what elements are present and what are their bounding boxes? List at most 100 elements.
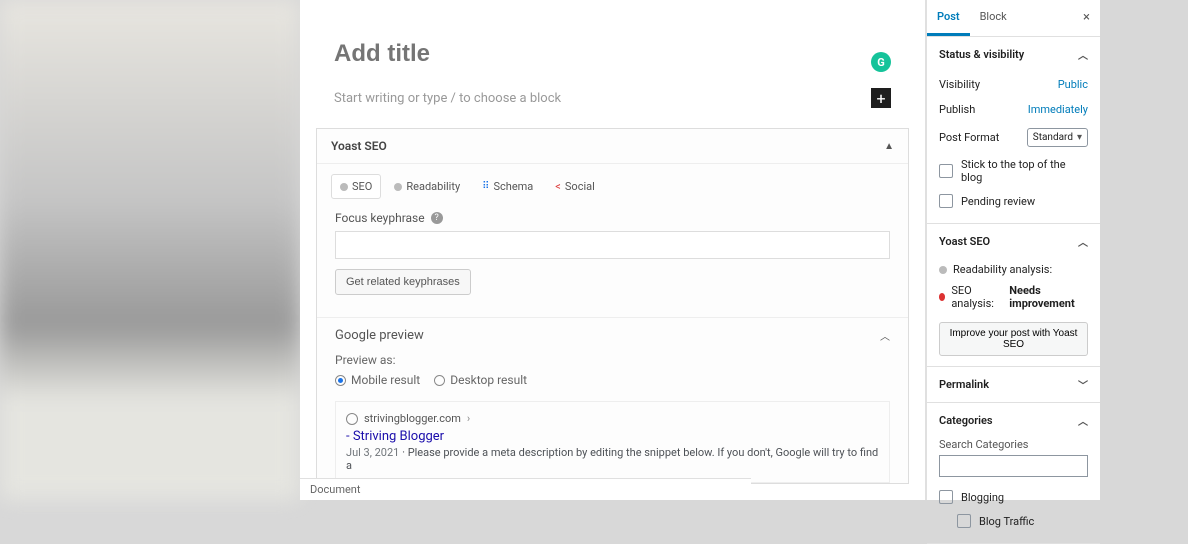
snippet-description: Jul 3, 2021 · Please provide a meta desc… xyxy=(346,446,879,472)
radio-desktop[interactable]: Desktop result xyxy=(434,373,527,387)
panel-status: Status & visibility ︿ Visibility Public … xyxy=(927,37,1100,224)
yoast-metabox: Yoast SEO ▲ SEO Readability ⠿ Schema < Soc… xyxy=(316,128,909,484)
preview-radio-group: Mobile result Desktop result xyxy=(335,373,890,387)
chevron-down-icon: ▾ xyxy=(1077,132,1082,143)
format-select[interactable]: Standard ▾ xyxy=(1027,128,1088,147)
chevron-up-icon: ▲ xyxy=(884,141,894,152)
chevron-up-icon: ︿ xyxy=(1078,47,1088,62)
chevron-up-icon: ︿ xyxy=(1078,234,1088,249)
checkbox-icon xyxy=(939,194,953,208)
tab-block[interactable]: Block xyxy=(970,0,1017,36)
format-row: Post Format Standard ▾ xyxy=(939,122,1088,153)
focus-keyphrase-input[interactable] xyxy=(335,231,890,259)
body-area: Start writing or type / to choose a bloc… xyxy=(300,78,925,128)
panel-status-body: Visibility Public Publish Immediately Po… xyxy=(927,72,1100,223)
format-label: Post Format xyxy=(939,131,999,144)
panel-status-title: Status & visibility xyxy=(939,48,1024,61)
snippet-url: strivingblogger.com › xyxy=(346,412,879,425)
preview-as-section: Preview as: Mobile result Desktop result xyxy=(317,353,908,397)
format-value: Standard xyxy=(1033,132,1073,143)
related-keyphrases-button[interactable]: Get related keyphrases xyxy=(335,269,471,295)
panel-yoast: Yoast SEO ︿ Readability analysis: SEO an… xyxy=(927,224,1100,367)
tab-social-label: Social xyxy=(565,180,595,193)
status-dot-icon xyxy=(394,183,402,191)
improve-post-button[interactable]: Improve your post with Yoast SEO xyxy=(939,322,1088,356)
help-icon[interactable]: ? xyxy=(431,212,443,224)
checkbox-icon xyxy=(957,514,971,528)
status-dot-icon xyxy=(939,266,947,274)
panel-permalink: Permalink ﹀ xyxy=(927,367,1100,403)
google-preview-section: Google preview ︿ Preview as: Mobile resu… xyxy=(317,317,908,483)
tab-social[interactable]: < Social xyxy=(546,174,604,199)
focus-label-text: Focus keyphrase xyxy=(335,211,425,225)
globe-icon xyxy=(346,413,358,425)
grid-icon: ⠿ xyxy=(482,181,489,192)
tab-schema[interactable]: ⠿ Schema xyxy=(473,174,542,199)
snippet-preview: strivingblogger.com › - Striving Blogger… xyxy=(335,401,890,483)
stick-label: Stick to the top of the blog xyxy=(961,158,1088,184)
editor-app: G Start writing or type / to choose a bl… xyxy=(300,0,1100,500)
chevron-down-icon: ﹀ xyxy=(1078,377,1088,392)
radio-mobile[interactable]: Mobile result xyxy=(335,373,420,387)
panel-status-header[interactable]: Status & visibility ︿ xyxy=(927,37,1100,72)
panel-categories-body: Search Categories Blogging Blog Traffic xyxy=(927,438,1100,543)
tab-schema-label: Schema xyxy=(493,180,533,193)
yoast-tabs: SEO Readability ⠿ Schema < Social xyxy=(317,164,908,199)
visibility-label: Visibility xyxy=(939,78,980,91)
sidebar-tabs: Post Block × xyxy=(927,0,1100,37)
readability-analysis-row[interactable]: Readability analysis: xyxy=(939,259,1088,280)
chevron-up-icon: ︿ xyxy=(880,328,890,343)
seo-analysis-row[interactable]: SEO analysis: Needs improvement xyxy=(939,280,1088,314)
tab-readability-label: Readability xyxy=(406,180,460,193)
yoast-header[interactable]: Yoast SEO ▲ xyxy=(317,129,908,164)
add-block-button[interactable]: + xyxy=(871,88,891,108)
panel-permalink-header[interactable]: Permalink ﹀ xyxy=(927,367,1100,402)
tab-readability[interactable]: Readability xyxy=(385,174,469,199)
category-item[interactable]: Blog Traffic xyxy=(957,509,1088,533)
tab-seo[interactable]: SEO xyxy=(331,174,381,199)
editor-main: G Start writing or type / to choose a bl… xyxy=(300,0,926,500)
seo-analysis-value: Needs improvement xyxy=(1009,284,1088,310)
focus-keyphrase-section: Focus keyphrase ? Get related keyphrases xyxy=(317,199,908,307)
snippet-date: Jul 3, 2021 xyxy=(346,446,399,459)
panel-categories-header[interactable]: Categories ︿ xyxy=(927,403,1100,438)
pending-checkbox[interactable]: Pending review xyxy=(939,189,1088,213)
google-preview-label: Google preview xyxy=(335,328,424,343)
snippet-url-text: strivingblogger.com xyxy=(364,412,461,425)
google-preview-header[interactable]: Google preview ︿ xyxy=(317,318,908,353)
body-placeholder[interactable]: Start writing or type / to choose a bloc… xyxy=(334,91,561,106)
radio-icon xyxy=(335,375,346,386)
search-categories-input[interactable] xyxy=(939,455,1088,477)
chevron-right-icon: › xyxy=(467,412,470,425)
category-item[interactable]: Blogging xyxy=(939,485,1088,509)
panel-yoast-header[interactable]: Yoast SEO ︿ xyxy=(927,224,1100,259)
tab-post[interactable]: Post xyxy=(927,0,970,36)
checkbox-icon xyxy=(939,164,953,178)
panel-permalink-title: Permalink xyxy=(939,378,989,391)
panel-yoast-title: Yoast SEO xyxy=(939,235,990,248)
status-dot-icon xyxy=(939,293,945,301)
status-dot-icon xyxy=(340,183,348,191)
editor-footer[interactable]: Document xyxy=(300,478,751,500)
search-categories-label: Search Categories xyxy=(939,438,1088,451)
panel-categories-title: Categories xyxy=(939,414,993,427)
share-icon: < xyxy=(555,180,561,193)
panel-categories: Categories ︿ Search Categories Blogging … xyxy=(927,403,1100,544)
title-input[interactable] xyxy=(334,40,891,68)
snippet-title: - Striving Blogger xyxy=(346,429,879,444)
stick-checkbox[interactable]: Stick to the top of the blog xyxy=(939,153,1088,189)
close-sidebar-button[interactable]: × xyxy=(1073,0,1100,36)
visibility-row: Visibility Public xyxy=(939,72,1088,97)
radio-desktop-label: Desktop result xyxy=(450,373,527,387)
chevron-up-icon: ︿ xyxy=(1078,413,1088,428)
category-label: Blogging xyxy=(961,491,1004,504)
yoast-header-label: Yoast SEO xyxy=(331,139,387,153)
publish-value[interactable]: Immediately xyxy=(1028,103,1088,116)
tab-seo-label: SEO xyxy=(352,180,372,193)
checkbox-icon xyxy=(939,490,953,504)
pending-label: Pending review xyxy=(961,195,1035,208)
grammarly-icon[interactable]: G xyxy=(871,52,891,72)
settings-sidebar: Post Block × Status & visibility ︿ Visib… xyxy=(926,0,1100,500)
background-blur xyxy=(0,0,300,500)
visibility-value[interactable]: Public xyxy=(1058,78,1088,91)
